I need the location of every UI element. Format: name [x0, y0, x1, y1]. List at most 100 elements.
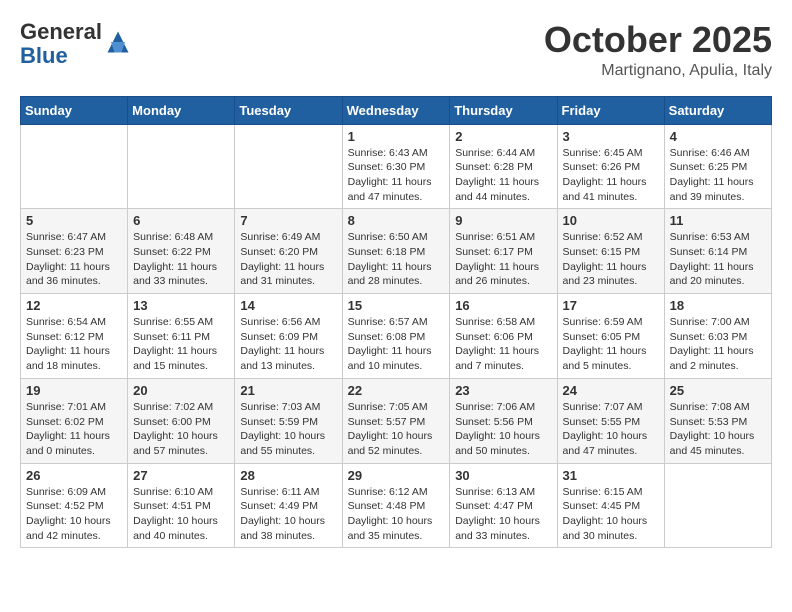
calendar-cell: 18 Sunrise: 7:00 AM Sunset: 6:03 PM Dayli…: [664, 294, 771, 379]
day-number: 25: [670, 383, 766, 398]
calendar-week-row: 5 Sunrise: 6:47 AM Sunset: 6:23 PM Daylig…: [21, 209, 772, 294]
day-number: 27: [133, 468, 229, 483]
day-number: 24: [563, 383, 659, 398]
day-number: 11: [670, 213, 766, 228]
weekday-header-thursday: Thursday: [450, 96, 557, 124]
day-info: Sunrise: 6:15 AM Sunset: 4:45 PM Dayligh…: [563, 485, 659, 544]
logo: General Blue: [20, 20, 132, 68]
day-info: Sunrise: 6:51 AM Sunset: 6:17 PM Dayligh…: [455, 230, 551, 289]
title-block: October 2025 Martignano, Apulia, Italy: [544, 20, 772, 80]
day-info: Sunrise: 6:48 AM Sunset: 6:22 PM Dayligh…: [133, 230, 229, 289]
day-info: Sunrise: 7:07 AM Sunset: 5:55 PM Dayligh…: [563, 400, 659, 459]
calendar-cell: 21Sunrise: 7:03 AM Sunset: 5:59 PM Dayli…: [235, 378, 342, 463]
day-number: 16: [455, 298, 551, 313]
day-info: Sunrise: 7:05 AM Sunset: 5:57 PM Dayligh…: [348, 400, 445, 459]
day-info: Sunrise: 6:50 AM Sunset: 6:18 PM Dayligh…: [348, 230, 445, 289]
day-number: 19: [26, 383, 122, 398]
day-info: Sunrise: 6:47 AM Sunset: 6:23 PM Dayligh…: [26, 230, 122, 289]
location-subtitle: Martignano, Apulia, Italy: [544, 62, 772, 80]
day-number: 17: [563, 298, 659, 313]
day-info: Sunrise: 6:56 AM Sunset: 6:09 PM Dayligh…: [240, 315, 336, 374]
weekday-header-saturday: Saturday: [664, 96, 771, 124]
weekday-header-friday: Friday: [557, 96, 664, 124]
weekday-header-sunday: Sunday: [21, 96, 128, 124]
weekday-header-row: SundayMondayTuesdayWednesdayThursdayFrid…: [21, 96, 772, 124]
day-info: Sunrise: 6:12 AM Sunset: 4:48 PM Dayligh…: [348, 485, 445, 544]
day-info: Sunrise: 6:58 AM Sunset: 6:06 PM Dayligh…: [455, 315, 551, 374]
day-info: Sunrise: 7:00 AM Sunset: 6:03 PM Dayligh…: [670, 315, 766, 374]
day-info: Sunrise: 7:02 AM Sunset: 6:00 PM Dayligh…: [133, 400, 229, 459]
calendar-cell: 15 Sunrise: 6:57 AM Sunset: 6:08 PM Dayli…: [342, 294, 450, 379]
day-number: 12: [26, 298, 122, 313]
logo-icon: [104, 28, 132, 56]
day-number: 23: [455, 383, 551, 398]
day-info: Sunrise: 6:57 AM Sunset: 6:08 PM Dayligh…: [348, 315, 445, 374]
calendar-cell: 10Sunrise: 6:52 AM Sunset: 6:15 PM Dayli…: [557, 209, 664, 294]
calendar-cell: 29 Sunrise: 6:12 AM Sunset: 4:48 PM Dayli…: [342, 463, 450, 548]
day-number: 30: [455, 468, 551, 483]
calendar-week-row: 19 Sunrise: 7:01 AM Sunset: 6:02 PM Dayli…: [21, 378, 772, 463]
calendar-table: SundayMondayTuesdayWednesdayThursdayFrid…: [20, 96, 772, 549]
day-number: 13: [133, 298, 229, 313]
day-number: 29: [348, 468, 445, 483]
calendar-cell: 3 Sunrise: 6:45 AM Sunset: 6:26 PM Daylig…: [557, 124, 664, 209]
calendar-cell: 24 Sunrise: 7:07 AM Sunset: 5:55 PM Dayli…: [557, 378, 664, 463]
day-number: 15: [348, 298, 445, 313]
calendar-week-row: 26Sunrise: 6:09 AM Sunset: 4:52 PM Dayli…: [21, 463, 772, 548]
calendar-cell: 6Sunrise: 6:48 AM Sunset: 6:22 PM Daylig…: [128, 209, 235, 294]
day-number: 7: [240, 213, 336, 228]
calendar-body: 1Sunrise: 6:43 AM Sunset: 6:30 PM Daylig…: [21, 124, 772, 548]
logo-general-text: General: [20, 19, 102, 44]
calendar-cell: 19 Sunrise: 7:01 AM Sunset: 6:02 PM Dayli…: [21, 378, 128, 463]
day-number: 14: [240, 298, 336, 313]
day-number: 5: [26, 213, 122, 228]
day-info: Sunrise: 7:08 AM Sunset: 5:53 PM Dayligh…: [670, 400, 766, 459]
calendar-cell: 1Sunrise: 6:43 AM Sunset: 6:30 PM Daylig…: [342, 124, 450, 209]
day-info: Sunrise: 6:10 AM Sunset: 4:51 PM Dayligh…: [133, 485, 229, 544]
calendar-cell: 5 Sunrise: 6:47 AM Sunset: 6:23 PM Daylig…: [21, 209, 128, 294]
day-info: Sunrise: 6:44 AM Sunset: 6:28 PM Dayligh…: [455, 146, 551, 205]
calendar-cell: 20 Sunrise: 7:02 AM Sunset: 6:00 PM Dayli…: [128, 378, 235, 463]
day-number: 8: [348, 213, 445, 228]
calendar-week-row: 1Sunrise: 6:43 AM Sunset: 6:30 PM Daylig…: [21, 124, 772, 209]
calendar-cell: 7 Sunrise: 6:49 AM Sunset: 6:20 PM Daylig…: [235, 209, 342, 294]
day-info: Sunrise: 7:01 AM Sunset: 6:02 PM Dayligh…: [26, 400, 122, 459]
calendar-cell: 14 Sunrise: 6:56 AM Sunset: 6:09 PM Dayli…: [235, 294, 342, 379]
logo-blue-text: Blue: [20, 43, 68, 68]
day-number: 21: [240, 383, 336, 398]
day-info: Sunrise: 6:49 AM Sunset: 6:20 PM Dayligh…: [240, 230, 336, 289]
calendar-cell: 12 Sunrise: 6:54 AM Sunset: 6:12 PM Dayli…: [21, 294, 128, 379]
day-info: Sunrise: 6:09 AM Sunset: 4:52 PM Dayligh…: [26, 485, 122, 544]
calendar-cell: 25 Sunrise: 7:08 AM Sunset: 5:53 PM Dayli…: [664, 378, 771, 463]
day-number: 31: [563, 468, 659, 483]
day-number: 28: [240, 468, 336, 483]
day-number: 10: [563, 213, 659, 228]
calendar-cell: 23Sunrise: 7:06 AM Sunset: 5:56 PM Dayli…: [450, 378, 557, 463]
calendar-cell: [21, 124, 128, 209]
calendar-cell: 11 Sunrise: 6:53 AM Sunset: 6:14 PM Dayli…: [664, 209, 771, 294]
calendar-cell: 16 Sunrise: 6:58 AM Sunset: 6:06 PM Dayli…: [450, 294, 557, 379]
day-number: 18: [670, 298, 766, 313]
day-number: 4: [670, 129, 766, 144]
day-info: Sunrise: 6:11 AM Sunset: 4:49 PM Dayligh…: [240, 485, 336, 544]
day-info: Sunrise: 6:13 AM Sunset: 4:47 PM Dayligh…: [455, 485, 551, 544]
day-number: 20: [133, 383, 229, 398]
calendar-cell: 8 Sunrise: 6:50 AM Sunset: 6:18 PM Daylig…: [342, 209, 450, 294]
day-number: 1: [348, 129, 445, 144]
day-info: Sunrise: 6:55 AM Sunset: 6:11 PM Dayligh…: [133, 315, 229, 374]
day-info: Sunrise: 6:54 AM Sunset: 6:12 PM Dayligh…: [26, 315, 122, 374]
calendar-cell: 9Sunrise: 6:51 AM Sunset: 6:17 PM Daylig…: [450, 209, 557, 294]
day-info: Sunrise: 6:53 AM Sunset: 6:14 PM Dayligh…: [670, 230, 766, 289]
day-info: Sunrise: 6:59 AM Sunset: 6:05 PM Dayligh…: [563, 315, 659, 374]
calendar-week-row: 12 Sunrise: 6:54 AM Sunset: 6:12 PM Dayli…: [21, 294, 772, 379]
day-info: Sunrise: 6:45 AM Sunset: 6:26 PM Dayligh…: [563, 146, 659, 205]
day-number: 2: [455, 129, 551, 144]
calendar-cell: [664, 463, 771, 548]
calendar-header: SundayMondayTuesdayWednesdayThursdayFrid…: [21, 96, 772, 124]
day-number: 3: [563, 129, 659, 144]
day-number: 22: [348, 383, 445, 398]
calendar-cell: 30 Sunrise: 6:13 AM Sunset: 4:47 PM Dayli…: [450, 463, 557, 548]
calendar-cell: 31 Sunrise: 6:15 AM Sunset: 4:45 PM Dayli…: [557, 463, 664, 548]
calendar-cell: 13 Sunrise: 6:55 AM Sunset: 6:11 PM Dayli…: [128, 294, 235, 379]
day-info: Sunrise: 6:46 AM Sunset: 6:25 PM Dayligh…: [670, 146, 766, 205]
